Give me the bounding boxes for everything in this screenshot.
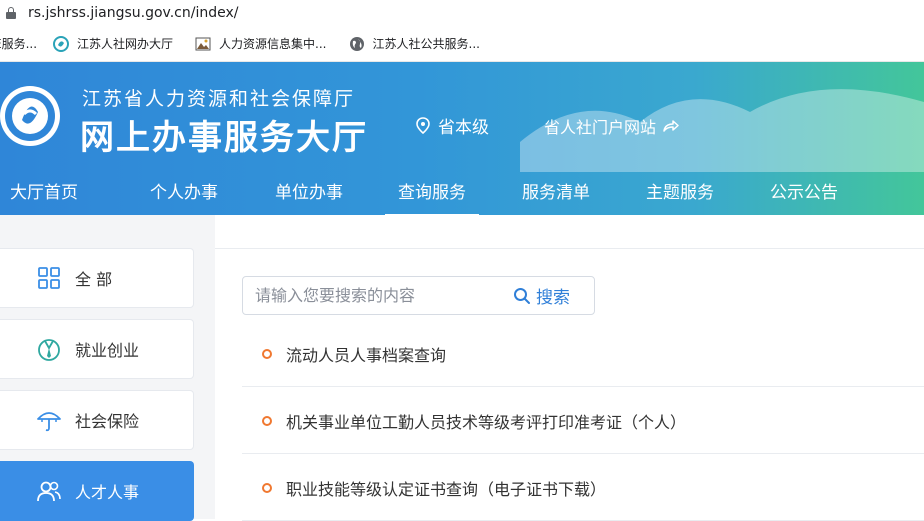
- nav-item-theme[interactable]: 主题服务: [646, 178, 714, 203]
- logo-icon: [0, 86, 60, 146]
- search-button-label: 搜索: [536, 288, 570, 308]
- search-icon: [514, 287, 530, 304]
- sidebar-item-employment[interactable]: 就业创业: [0, 319, 194, 379]
- list-item[interactable]: 机关事业单位工勤人员技术等级考评打印准考证（个人）: [242, 388, 924, 454]
- location-pin-icon: [416, 117, 430, 134]
- list-item-label: 流动人员人事档案查询: [286, 345, 447, 365]
- bookmark-label: E服务...: [0, 37, 38, 51]
- bullet-icon: [262, 348, 272, 359]
- bookmark-item[interactable]: 人力资源信息集中...: [195, 35, 327, 52]
- nav-item-personal[interactable]: 个人办事: [150, 178, 218, 203]
- list-item[interactable]: 职业技能等级认定证书查询（电子证书下载）: [242, 455, 924, 521]
- sidebar-item-all[interactable]: 全 部: [0, 248, 194, 308]
- nav-active-indicator: [385, 214, 479, 215]
- image-icon: [195, 37, 211, 50]
- bookmark-item[interactable]: E服务...: [0, 35, 37, 52]
- browser-address-bar[interactable]: rs.jshrss.jiangsu.gov.cn/index/: [0, 0, 924, 26]
- people-icon: [37, 481, 61, 502]
- nav-item-query[interactable]: 查询服务: [398, 178, 466, 203]
- bookmark-label: 江苏人社公共服务...: [372, 37, 480, 51]
- sidebar-item-social-insurance[interactable]: 社会保险: [0, 390, 194, 450]
- region-selector[interactable]: 省本级: [416, 113, 489, 138]
- portal-link-label: 省人社门户网站: [544, 118, 657, 137]
- bookmark-label: 人力资源信息集中...: [219, 37, 327, 51]
- list-item-label: 机关事业单位工勤人员技术等级考评打印准考证（个人）: [286, 412, 687, 432]
- bullet-icon: [262, 482, 272, 493]
- swirl-logo-icon: [53, 35, 70, 52]
- sidebar-item-label: 社会保险: [75, 412, 140, 431]
- bookmark-item[interactable]: 江苏人社公共服务...: [349, 35, 480, 52]
- sidebar-item-label: 全 部: [75, 270, 113, 289]
- sidebar-item-talent[interactable]: 人才人事: [0, 461, 194, 521]
- search-input[interactable]: [243, 277, 513, 314]
- sidebar-item-label: 就业创业: [75, 341, 140, 360]
- url-text[interactable]: rs.jshrss.jiangsu.gov.cn/index/: [28, 5, 239, 21]
- umbrella-icon: [37, 412, 61, 432]
- search-bar: 搜索: [242, 276, 595, 315]
- bullet-icon: [262, 415, 272, 426]
- lock-icon: [6, 7, 16, 19]
- medal-icon: [38, 339, 60, 361]
- org-name: 江苏省人力资源和社会保障厅: [82, 88, 356, 110]
- search-button[interactable]: 搜索: [513, 283, 570, 308]
- header-banner: 江苏省人力资源和社会保障厅 网上办事服务大厅 省本级 省人社门户网站 大厅首页 …: [0, 62, 924, 215]
- region-label: 省本级: [438, 118, 489, 138]
- share-arrow-icon: [663, 120, 679, 132]
- grid-icon: [38, 267, 60, 289]
- bookmark-label: 江苏人社网办大厅: [77, 37, 174, 51]
- portal-link[interactable]: 省人社门户网站: [544, 114, 680, 138]
- sidebar-item-label: 人才人事: [75, 483, 140, 502]
- nav-item-announcement[interactable]: 公示公告: [770, 178, 838, 203]
- main-nav: 大厅首页 个人办事 单位办事 查询服务 服务清单 主题服务 公示公告: [0, 166, 924, 215]
- nav-item-service-list[interactable]: 服务清单: [522, 178, 590, 203]
- bookmark-item[interactable]: 江苏人社网办大厅: [53, 35, 173, 52]
- list-item-label: 职业技能等级认定证书查询（电子证书下载）: [286, 479, 607, 499]
- nav-item-unit[interactable]: 单位办事: [275, 178, 343, 203]
- site-title: 网上办事服务大厅: [80, 118, 368, 158]
- list-item[interactable]: 流动人员人事档案查询: [242, 321, 924, 387]
- bookmarks-bar: E服务... 江苏人社网办大厅 人力资源信息集中... 江苏人社公共服务...: [0, 26, 924, 62]
- globe-icon: [349, 36, 364, 51]
- nav-item-home[interactable]: 大厅首页: [10, 178, 78, 203]
